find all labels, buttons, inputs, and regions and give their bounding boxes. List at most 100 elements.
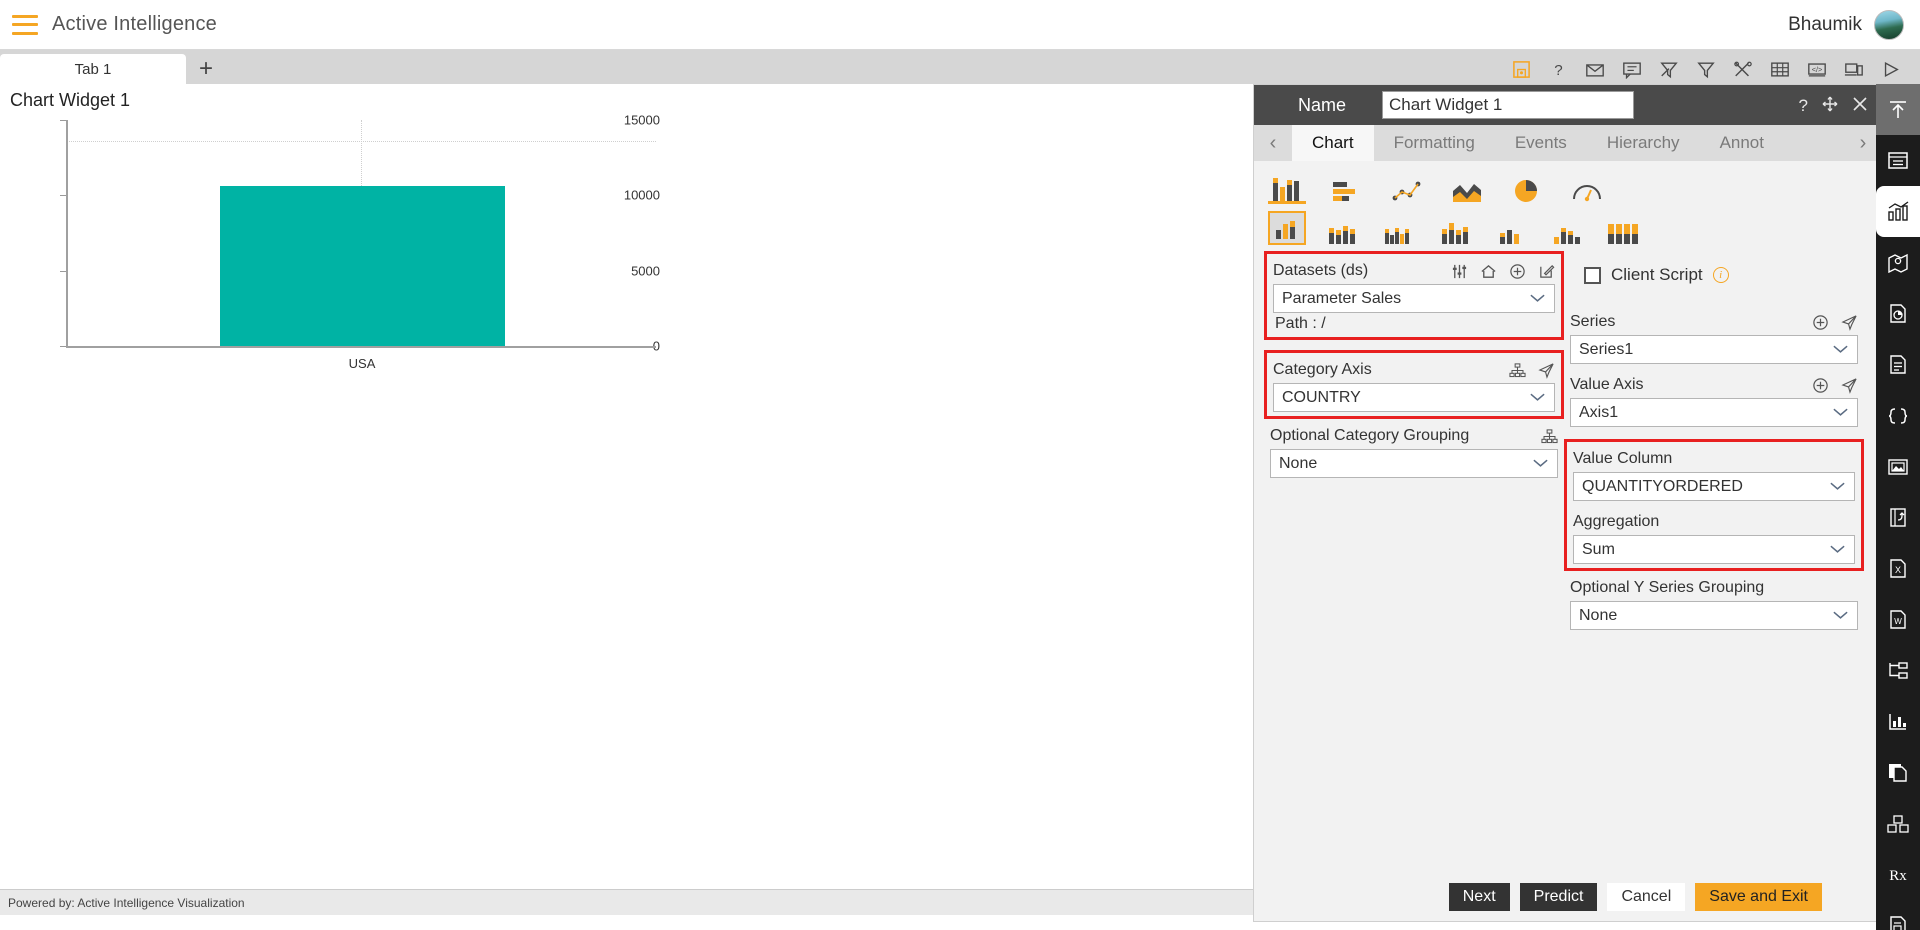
value-column-label: Value Column	[1573, 450, 1673, 467]
mail-icon[interactable]	[1584, 58, 1606, 80]
datasets-value: Parameter Sales	[1282, 289, 1402, 307]
aggregation-value: Sum	[1582, 540, 1615, 558]
tab-strip: Tab 1 + ? </>	[0, 50, 1920, 84]
chevron-down-icon	[1829, 541, 1846, 559]
report-icon[interactable]	[1876, 288, 1920, 339]
chart-icon[interactable]	[1876, 186, 1920, 237]
top-bar-right: Bhaumik	[1788, 9, 1904, 40]
tab-formatting[interactable]: Formatting	[1374, 125, 1495, 161]
save-icon[interactable]	[1510, 58, 1532, 80]
next-button[interactable]: Next	[1448, 883, 1510, 911]
home-icon[interactable]	[1480, 263, 1497, 280]
tab-annotations[interactable]: Annot	[1700, 125, 1784, 161]
comment-icon[interactable]	[1621, 58, 1643, 80]
gauge-chart-icon[interactable]	[1568, 170, 1606, 204]
add-icon[interactable]	[1812, 314, 1829, 331]
chevron-down-icon	[1832, 341, 1849, 359]
stacked-column-icon[interactable]	[1324, 211, 1362, 245]
chevron-down-icon	[1829, 478, 1846, 496]
panel-tabs: ‹ Chart Formatting Events Hierarchy Anno…	[1254, 125, 1882, 161]
devices-icon[interactable]	[1843, 58, 1865, 80]
column-chart-icon[interactable]	[1268, 170, 1306, 204]
tools-icon[interactable]	[1732, 58, 1754, 80]
save-and-exit-button[interactable]: Save and Exit	[1695, 883, 1822, 911]
tab-chart[interactable]: Chart	[1292, 125, 1374, 161]
slide-icon[interactable]	[1876, 492, 1920, 543]
category-axis-group: Category Axis COUNTRY	[1264, 350, 1564, 419]
document-icon[interactable]	[1876, 339, 1920, 390]
send-icon[interactable]	[1841, 314, 1858, 331]
datasets-select[interactable]: Parameter Sales	[1273, 284, 1555, 313]
add-icon[interactable]	[1812, 377, 1829, 394]
bar-chart-icon[interactable]	[1328, 170, 1366, 204]
hierarchy-icon[interactable]	[1541, 428, 1558, 445]
small-column-icon[interactable]	[1492, 211, 1530, 245]
sliders-icon[interactable]	[1451, 263, 1468, 280]
bar-usa[interactable]	[220, 186, 505, 346]
avatar[interactable]	[1874, 9, 1904, 40]
send-icon[interactable]	[1841, 377, 1858, 394]
value-column-select[interactable]: QUANTITYORDERED	[1573, 472, 1855, 501]
optional-category-grouping-icons	[1541, 428, 1558, 445]
map-icon[interactable]	[1876, 237, 1920, 288]
tab-hierarchy[interactable]: Hierarchy	[1587, 125, 1700, 161]
help-icon[interactable]: ?	[1547, 58, 1569, 80]
tab-strip-icons: ? </>	[1510, 58, 1902, 80]
script-doc-icon[interactable]	[1876, 900, 1920, 930]
copy-icon[interactable]	[1876, 747, 1920, 798]
send-icon[interactable]	[1538, 362, 1555, 379]
value-axis-select[interactable]: Axis1	[1570, 398, 1858, 427]
hamburger-icon[interactable]	[12, 14, 38, 35]
scatter-chart-icon[interactable]	[1388, 170, 1426, 204]
optional-category-grouping-select[interactable]: None	[1270, 449, 1558, 478]
move-icon[interactable]	[1822, 96, 1838, 115]
bar-chart[interactable]: 15000 10000 5000 0 USA	[0, 113, 660, 410]
aggregation-select[interactable]: Sum	[1573, 535, 1855, 564]
hierarchy-icon[interactable]	[1509, 362, 1526, 379]
form-icon[interactable]	[1876, 135, 1920, 186]
widget-name-input[interactable]	[1382, 91, 1634, 119]
rx-icon[interactable]: Rx	[1876, 849, 1920, 900]
user-name[interactable]: Bhaumik	[1788, 14, 1862, 36]
cubes-icon[interactable]	[1876, 798, 1920, 849]
svg-text:X: X	[1895, 565, 1901, 575]
document-tab-tab1[interactable]: Tab 1	[0, 54, 186, 84]
image-icon[interactable]	[1876, 441, 1920, 492]
word-icon[interactable]: W	[1876, 594, 1920, 645]
pie-chart-icon[interactable]	[1508, 170, 1546, 204]
value-axis-label: Value Axis	[1570, 376, 1644, 393]
info-icon[interactable]: i	[1712, 267, 1729, 283]
close-icon[interactable]	[1852, 96, 1868, 115]
add-icon[interactable]	[1509, 263, 1526, 280]
series-select[interactable]: Series1	[1570, 335, 1858, 364]
full-stacked-column-icon[interactable]	[1604, 211, 1642, 245]
excel-icon[interactable]: X	[1876, 543, 1920, 594]
chevron-down-icon	[1832, 607, 1849, 625]
multi-column-icon[interactable]	[1436, 211, 1474, 245]
x-axis-line	[66, 346, 656, 348]
analytics-icon[interactable]	[1876, 696, 1920, 747]
client-script-checkbox[interactable]	[1584, 266, 1601, 284]
edit-icon[interactable]	[1538, 263, 1555, 280]
code-icon[interactable]: </>	[1806, 58, 1828, 80]
play-icon[interactable]	[1880, 58, 1902, 80]
value-column-aggregation-group: Value Column QUANTITYORDERED Aggregation…	[1564, 439, 1864, 571]
table-icon[interactable]	[1769, 58, 1791, 80]
tree-icon[interactable]	[1876, 645, 1920, 696]
filter-icon[interactable]	[1695, 58, 1717, 80]
add-tab-button[interactable]: +	[186, 54, 226, 84]
json-icon[interactable]	[1876, 390, 1920, 441]
cancel-button[interactable]: Cancel	[1607, 883, 1686, 911]
clustered-column-icon[interactable]	[1268, 211, 1306, 245]
category-axis-select[interactable]: COUNTRY	[1273, 383, 1555, 412]
chevron-left-icon[interactable]: ‹	[1254, 125, 1292, 161]
clear-filter-icon[interactable]	[1658, 58, 1680, 80]
area-chart-icon[interactable]	[1448, 170, 1486, 204]
mixed-column-icon[interactable]	[1548, 211, 1586, 245]
upload-icon[interactable]	[1876, 84, 1920, 135]
optional-y-series-grouping-select[interactable]: None	[1570, 601, 1858, 630]
predict-button[interactable]: Predict	[1519, 883, 1598, 911]
grouped-column-icon[interactable]	[1380, 211, 1418, 245]
help-icon[interactable]: ?	[1799, 97, 1808, 114]
tab-events[interactable]: Events	[1495, 125, 1587, 161]
